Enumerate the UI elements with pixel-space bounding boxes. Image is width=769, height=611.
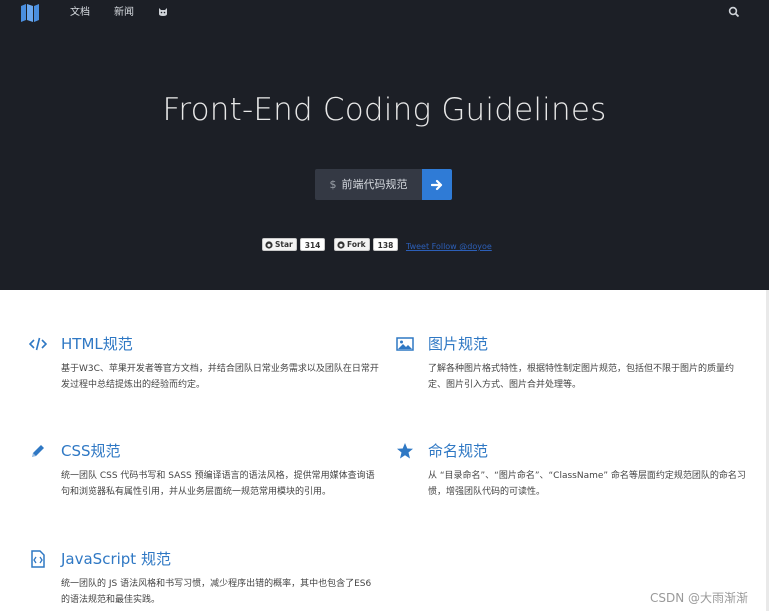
feature-title[interactable]: HTML规范: [61, 333, 133, 354]
feature-title[interactable]: 命名规范: [428, 440, 488, 461]
hero-section: 文档 新闻 Front-End Coding Guidelines $ 前端代码规…: [0, 0, 769, 290]
feature-description: 了解各种图片格式特性，根据特性制定图片规范，包括但不限于图片的质量约定、图片引入…: [428, 364, 735, 390]
hero-title: Front-End Coding Guidelines: [162, 92, 607, 128]
fork-button[interactable]: Fork: [334, 238, 370, 251]
cta-button[interactable]: $ 前端代码规范: [315, 169, 452, 200]
star-button[interactable]: Star: [262, 238, 297, 251]
cta-label: 前端代码规范: [341, 178, 408, 191]
feature-description: 从 “目录命名”、“图片命名”、“ClassName” 命名等层面约定规范团队的…: [428, 471, 746, 497]
github-cat-icon[interactable]: [157, 6, 169, 18]
feature-title[interactable]: 图片规范: [428, 333, 488, 354]
search-icon[interactable]: [728, 6, 740, 18]
image-icon: [396, 337, 414, 351]
js-file-icon: [31, 550, 45, 568]
feature-description: 统一团队 CSS 代码书写和 SASS 预编译语言的语法风格，提供常用媒体查询语…: [61, 471, 375, 497]
feature-description: 基于W3C、苹果开发者等官方文档，并结合团队日常业务需求以及团队在日常开发过程中…: [61, 364, 379, 390]
feature-title[interactable]: CSS规范: [61, 440, 121, 461]
github-star-badge[interactable]: Star 314: [262, 238, 326, 251]
cta-arrow-button[interactable]: [422, 169, 452, 200]
map-book-icon[interactable]: [20, 3, 40, 23]
cta-prefix: $: [329, 178, 337, 191]
github-icon: [265, 240, 273, 249]
arrow-right-icon: [431, 179, 443, 190]
fork-label: Fork: [347, 240, 366, 249]
star-icon: [397, 443, 413, 459]
github-fork-badge[interactable]: Fork 138: [334, 238, 399, 251]
pencil-icon: [32, 445, 44, 457]
tweet-follow-link[interactable]: Tweet Follow @doyoe: [406, 242, 492, 251]
top-navbar: 文档 新闻: [0, 0, 769, 26]
cta-label-box[interactable]: $ 前端代码规范: [315, 169, 422, 200]
nav-link-docs[interactable]: 文档: [70, 6, 90, 20]
feature-title[interactable]: JavaScript 规范: [61, 548, 171, 569]
watermark-text: CSDN @大雨渐渐: [650, 591, 749, 605]
star-count[interactable]: 314: [299, 238, 326, 251]
code-icon: [29, 337, 47, 351]
nav-link-news[interactable]: 新闻: [114, 6, 134, 20]
fork-count[interactable]: 138: [372, 238, 399, 251]
github-icon: [337, 240, 345, 249]
star-label: Star: [275, 240, 293, 249]
feature-description: 统一团队的 JS 语法风格和书写习惯，减少程序出错的概率，其中也包含了ES6 的…: [61, 579, 372, 605]
